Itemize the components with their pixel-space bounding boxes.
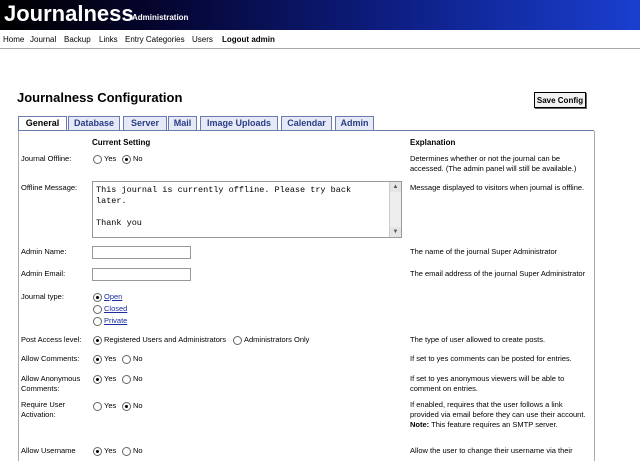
allow-anon-label: Allow Anonymous Comments: <box>21 374 81 393</box>
offline-message-label: Offline Message: <box>21 183 78 192</box>
journal-type-open-radio[interactable] <box>93 293 102 302</box>
nav-journal[interactable]: Journal <box>30 35 56 44</box>
allow-anon-no-radio[interactable] <box>122 375 131 384</box>
scroll-up-icon[interactable]: ▲ <box>390 182 401 192</box>
journal-offline-no-label: No <box>133 154 143 163</box>
journal-offline-yes-label: Yes <box>104 154 117 163</box>
journal-type-private-link[interactable]: Private <box>104 316 127 326</box>
post-access-admins-radio[interactable] <box>233 336 242 345</box>
allow-comments-explanation: If set to yes comments can be posted for… <box>410 354 572 363</box>
tab-calendar[interactable]: Calendar <box>281 116 332 130</box>
post-access-registered-radio[interactable] <box>93 336 102 345</box>
offline-message-text: This journal is currently offline. Pleas… <box>96 185 352 228</box>
admin-email-label: Admin Email: <box>21 269 66 278</box>
nav-entry-categories[interactable]: Entry Categories <box>125 35 185 44</box>
nav-links[interactable]: Links <box>99 35 118 44</box>
nav-home[interactable]: Home <box>3 35 24 44</box>
col-header-setting: Current Setting <box>92 138 151 147</box>
col-header-explanation: Explanation <box>410 138 456 147</box>
journal-offline-yes-radio[interactable] <box>93 155 102 164</box>
allow-comments-no-label: No <box>133 354 143 363</box>
journal-offline-label: Journal Offline: <box>21 154 72 163</box>
allow-comments-no-radio[interactable] <box>122 355 131 364</box>
header-banner: Journalness Administration <box>0 0 640 30</box>
require-activation-no-label: No <box>133 401 143 410</box>
tab-image-uploads[interactable]: Image Uploads <box>200 116 278 130</box>
journal-type-closed-radio[interactable] <box>93 305 102 314</box>
tab-mail[interactable]: Mail <box>168 116 197 130</box>
allow-anon-yes-label: Yes <box>104 374 117 383</box>
tab-admin[interactable]: Admin <box>335 116 374 130</box>
app-logo: Journalness <box>4 1 134 26</box>
allow-comments-label: Allow Comments: <box>21 354 80 363</box>
require-activation-yes-radio[interactable] <box>93 402 102 411</box>
post-access-registered-label: Registered Users and Administrators <box>104 335 227 344</box>
require-activation-note: Note: <box>410 420 430 429</box>
allow-anon-explanation: If set to yes anonymous viewers will be … <box>410 374 565 393</box>
page-title: Journalness Configuration <box>17 90 183 105</box>
tab-database[interactable]: Database <box>68 116 120 130</box>
app-subtitle: Administration <box>132 13 189 22</box>
offline-message-textarea[interactable]: This journal is currently offline. Pleas… <box>92 181 402 238</box>
require-activation-no-radio[interactable] <box>122 402 131 411</box>
tab-server[interactable]: Server <box>123 116 167 130</box>
journal-type-open-link[interactable]: Open <box>104 292 122 302</box>
require-activation-explanation: If enabled, requires that the user follo… <box>410 400 592 430</box>
journal-offline-no-radio[interactable] <box>122 155 131 164</box>
offline-message-scrollbar[interactable]: ▲ ▼ <box>389 182 401 237</box>
journal-type-closed-link[interactable]: Closed <box>104 304 127 314</box>
offline-message-explanation: Message displayed to visitors when journ… <box>410 183 585 192</box>
admin-name-input[interactable] <box>92 246 191 259</box>
journal-type-private-radio[interactable] <box>93 317 102 326</box>
allow-anon-yes-radio[interactable] <box>93 375 102 384</box>
post-access-explanation: The type of user allowed to create posts… <box>410 335 546 344</box>
allow-comments-yes-radio[interactable] <box>93 355 102 364</box>
scroll-down-icon[interactable]: ▼ <box>390 227 401 237</box>
post-access-label: Post Access level: <box>21 335 82 344</box>
allow-anon-no-label: No <box>133 374 143 383</box>
require-activation-expl-b: This feature requires an SMTP server. <box>429 420 558 429</box>
nav-logout[interactable]: Logout admin <box>222 35 275 44</box>
save-config-button[interactable]: Save Config <box>534 92 586 108</box>
nav-backup[interactable]: Backup <box>64 35 91 44</box>
journal-type-label: Journal type: <box>21 292 64 301</box>
require-activation-expl-a: If enabled, requires that the user follo… <box>410 400 586 419</box>
admin-email-explanation: The email address of the journal Super A… <box>410 269 586 278</box>
admin-name-label: Admin Name: <box>21 247 67 256</box>
nav-users[interactable]: Users <box>192 35 213 44</box>
require-activation-label: Require User Activation: <box>21 400 66 419</box>
post-access-admins-label: Administrators Only <box>244 335 310 344</box>
admin-name-explanation: The name of the journal Super Administra… <box>410 247 558 256</box>
require-activation-yes-label: Yes <box>104 401 117 410</box>
tab-general[interactable]: General <box>18 116 67 131</box>
admin-email-input[interactable] <box>92 268 191 281</box>
journal-offline-explanation: Determines whether or not the journal ca… <box>410 154 577 173</box>
allow-comments-yes-label: Yes <box>104 354 117 363</box>
main-nav: Home Journal Backup Links Entry Categori… <box>0 30 640 49</box>
